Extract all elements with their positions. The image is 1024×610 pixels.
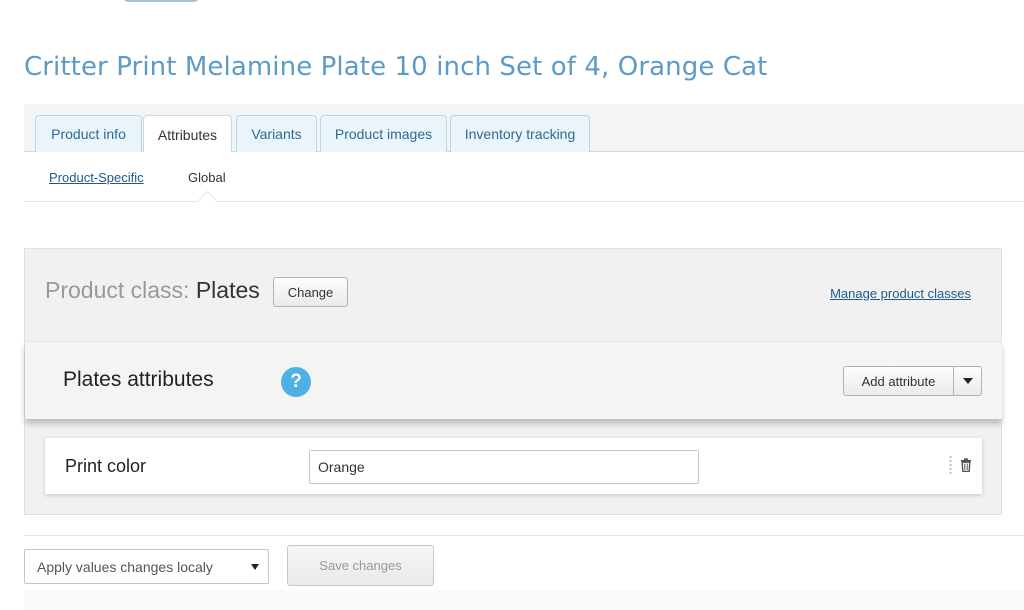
product-class-panel: Product class: Plates Change Manage prod…	[24, 248, 1002, 515]
chevron-down-icon	[962, 378, 973, 384]
add-attribute-button[interactable]: Add attribute	[843, 366, 954, 396]
tab-product-info[interactable]: Product info	[35, 115, 142, 152]
active-subtab-indicator	[196, 190, 219, 213]
save-changes-button[interactable]: Save changes	[287, 545, 434, 586]
add-attribute-group: Add attribute	[843, 366, 982, 396]
apply-values-select-value: Apply values changes localy	[37, 558, 213, 575]
attributes-title: Plates attributes	[63, 368, 214, 391]
footer-background	[24, 590, 1024, 610]
attributes-header: Plates attributes ? Add attribute	[25, 341, 1002, 419]
question-icon[interactable]: ?	[281, 367, 311, 397]
tab-attributes[interactable]: Attributes	[143, 115, 232, 153]
subtab-product-specific[interactable]: Product-Specific	[49, 170, 144, 185]
add-attribute-dropdown-button[interactable]	[954, 366, 982, 396]
attribute-name: Print color	[65, 456, 147, 476]
trash-icon[interactable]	[960, 458, 972, 472]
change-class-button[interactable]: Change	[273, 277, 348, 307]
subtab-global[interactable]: Global	[188, 170, 226, 185]
tab-variants[interactable]: Variants	[236, 115, 317, 152]
chevron-down-icon	[251, 564, 259, 570]
tab-inventory-tracking[interactable]: Inventory tracking	[450, 115, 590, 152]
attribute-row: Print color	[45, 438, 982, 494]
footer-divider	[24, 535, 1024, 536]
page-title: Critter Print Melamine Plate 10 inch Set…	[24, 52, 768, 82]
attribute-value-input[interactable]	[309, 450, 699, 484]
subtabs-bar: Product-Specific Global	[24, 152, 1024, 213]
tab-product-images[interactable]: Product images	[320, 115, 447, 152]
product-class-value: Plates	[195, 277, 260, 303]
tabs-bar: Product info Attributes Variants Product…	[24, 104, 1024, 153]
product-class-heading: Product class: Plates	[45, 277, 260, 304]
apply-values-select[interactable]: Apply values changes localy	[24, 549, 269, 584]
drag-handle-icon[interactable]	[949, 455, 952, 475]
manage-product-classes-link[interactable]: Manage product classes	[830, 286, 971, 301]
top-nav-pill[interactable]	[122, 0, 200, 2]
product-class-label: Product class:	[45, 277, 190, 303]
